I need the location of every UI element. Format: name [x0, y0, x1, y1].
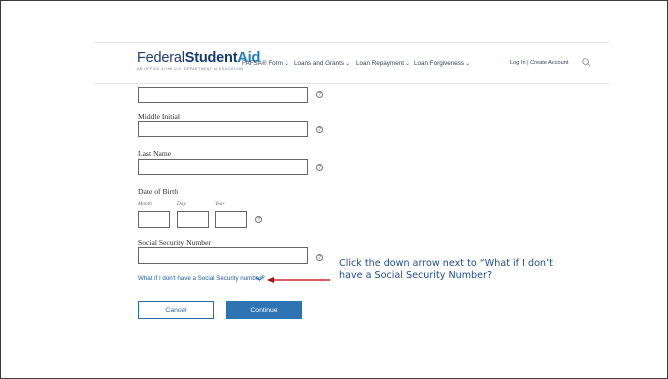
first-name-input[interactable] [138, 87, 308, 103]
callout-line-2: have a Social Security Number? [339, 270, 493, 281]
callout-line-1: Click the down arrow next to “What if I … [339, 258, 553, 269]
nav-label: FAFSA® Form [242, 60, 284, 67]
ssn-label: Social Security Number [138, 238, 211, 247]
log-in-link[interactable]: Log In [510, 60, 526, 66]
account-links: Log In | Create Account [510, 60, 568, 66]
logo-federal-text: Federal [137, 50, 185, 66]
nav-label: Loan Forgiveness [414, 60, 465, 67]
day-label: Day [177, 201, 186, 207]
search-icon[interactable] [582, 58, 591, 67]
nav-loans-and-grants[interactable]: Loans and Grants⌄ [294, 60, 350, 67]
chevron-down-icon: ⌄ [404, 61, 410, 67]
ssn-help-icon[interactable]: ? [316, 254, 323, 261]
nav-label: Loan Repayment [356, 60, 404, 67]
ssn-input[interactable] [138, 247, 308, 264]
middle-initial-input[interactable] [138, 121, 308, 137]
nav-loan-repayment[interactable]: Loan Repayment⌄ [356, 60, 410, 67]
account-links-separator: | [527, 60, 529, 66]
nav-fafsa-form[interactable]: FAFSA® Form⌄ [242, 60, 289, 67]
last-name-input[interactable] [138, 159, 308, 175]
site-header: FederalStudentAid AN OFFICE of the U.S. … [94, 42, 609, 84]
instruction-callout: Click the down arrow next to “What if I … [339, 258, 599, 282]
year-input[interactable] [215, 211, 247, 228]
middle-initial-label: Middle Initial [138, 112, 180, 121]
month-input[interactable] [138, 211, 170, 228]
create-account-link[interactable]: Create Account [530, 60, 568, 66]
middle-initial-help-icon[interactable]: ? [316, 126, 323, 133]
logo-tagline: AN OFFICE of the U.S. DEPARTMENT of EDUC… [137, 67, 244, 71]
no-ssn-link[interactable]: What if I don't have a Social Security n… [138, 275, 265, 282]
date-of-birth-label: Date of Birth [138, 187, 179, 196]
last-name-label: Last Name [138, 149, 172, 158]
chevron-down-icon: ⌄ [345, 61, 351, 67]
nav-loan-forgiveness[interactable]: Loan Forgiveness⌄ [414, 60, 470, 67]
last-name-help-icon[interactable]: ? [316, 164, 323, 171]
chevron-down-icon: ⌄ [465, 61, 471, 67]
chevron-down-icon: ⌄ [284, 61, 290, 67]
red-arrow-annotation [267, 277, 330, 283]
date-of-birth-help-icon[interactable]: ? [255, 216, 262, 223]
logo-student-text: Student [184, 50, 238, 66]
month-label: Month [138, 201, 152, 207]
cancel-button[interactable]: Cancel [138, 301, 214, 319]
nav-label: Loans and Grants [294, 60, 345, 67]
day-input[interactable] [177, 211, 209, 228]
chevron-down-icon[interactable] [255, 275, 264, 282]
continue-button[interactable]: Continue [226, 301, 302, 319]
first-name-help-icon[interactable]: ? [316, 91, 323, 98]
year-label: Year [215, 201, 225, 207]
